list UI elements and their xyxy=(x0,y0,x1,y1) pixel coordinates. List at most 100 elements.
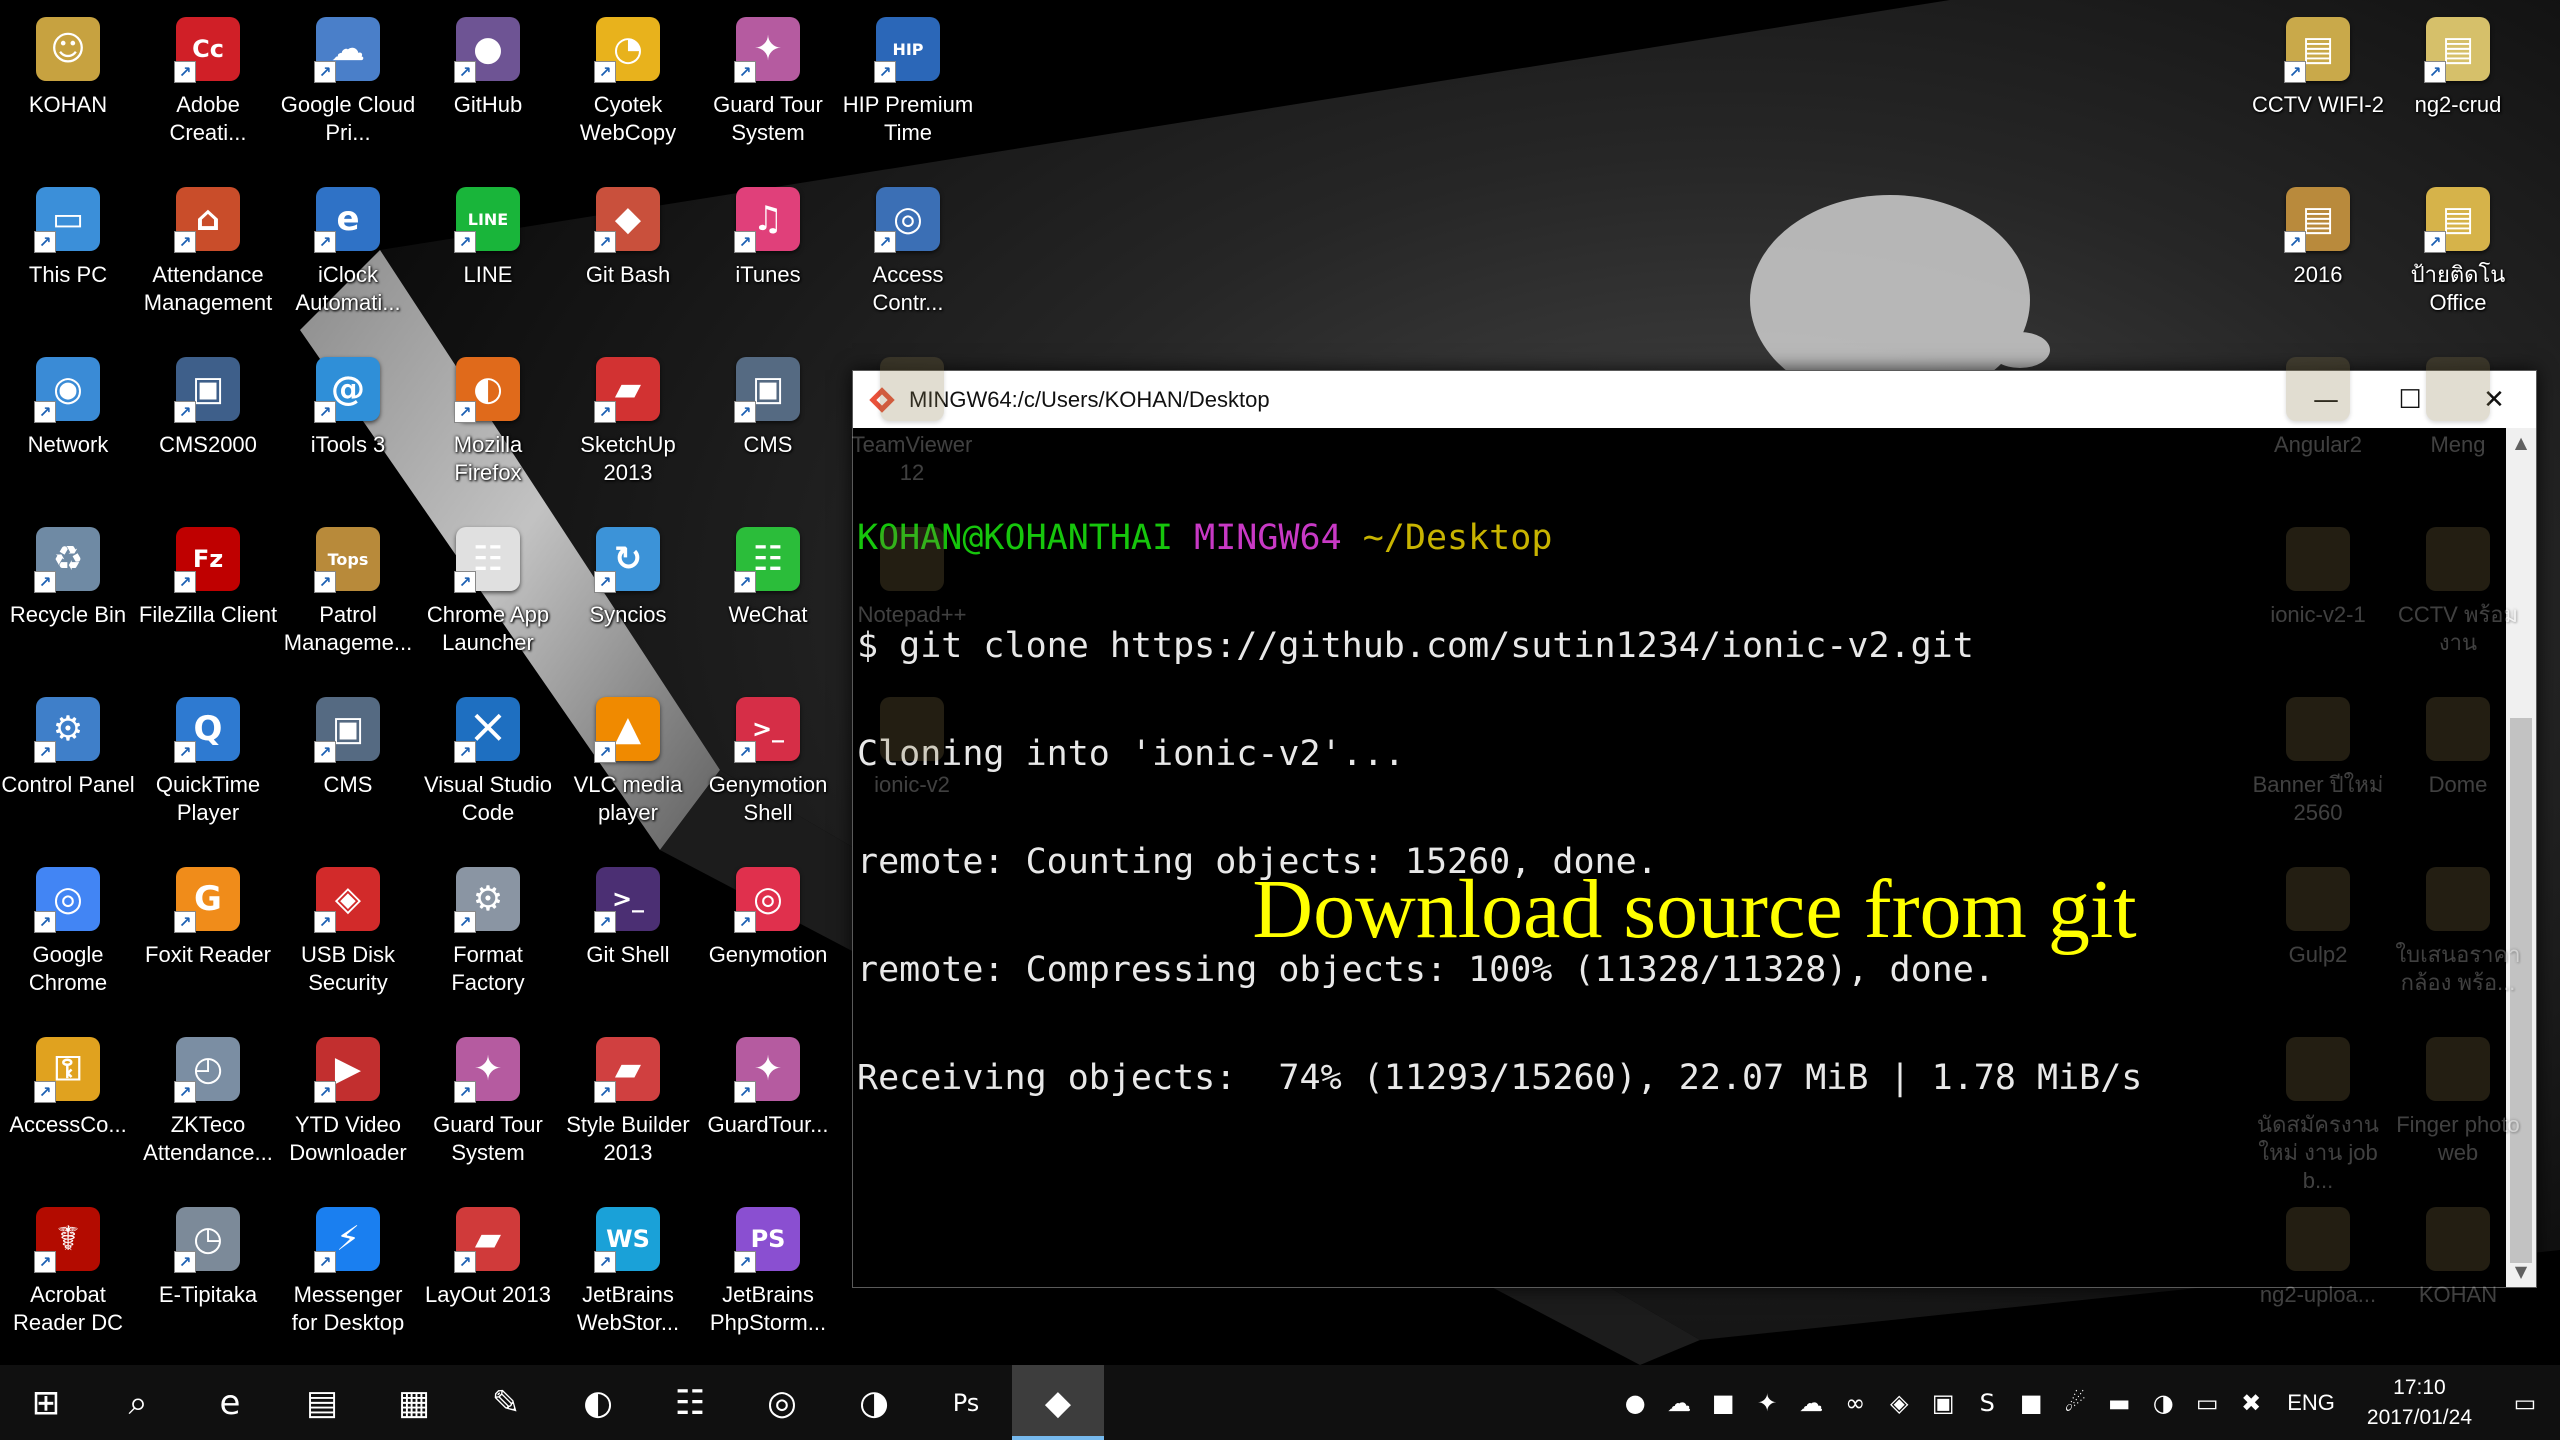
clock[interactable]: 17:10 2017/01/24 xyxy=(2349,1373,2490,1433)
desktop-shortcut[interactable]: ▰ SketchUp 2013 xyxy=(558,345,698,515)
desktop-shortcut[interactable]: @ iTools 3 xyxy=(278,345,418,515)
desktop-shortcut[interactable]: ◎ Genymotion xyxy=(698,855,838,1025)
itools-taskbar-icon[interactable]: ◐ xyxy=(552,1365,644,1440)
desktop-shortcut[interactable]: LINE LINE xyxy=(418,175,558,345)
desktop-shortcut[interactable]: Fz FileZilla Client xyxy=(138,515,278,685)
desktop-icon-label: LayOut 2013 xyxy=(425,1282,551,1307)
desktop-shortcut[interactable]: ♻ Recycle Bin xyxy=(0,515,138,685)
desktop-shortcut[interactable]: e iClock Automati... xyxy=(278,175,418,345)
desktop-icon-label: Recycle Bin xyxy=(9,602,127,627)
desktop-shortcut[interactable]: ↻ Syncios xyxy=(558,515,698,685)
start-button[interactable]: ⊞ xyxy=(0,1365,92,1440)
desktop-shortcut[interactable]: G Foxit Reader xyxy=(138,855,278,1025)
link-tray-icon[interactable]: ∞ xyxy=(1833,1365,1877,1440)
desktop-shortcut[interactable]: ⚙ Format Factory xyxy=(418,855,558,1025)
prompt-path: ~/Desktop xyxy=(1362,518,1553,558)
desktop-shortcut[interactable]: ⌂ Attendance Management xyxy=(138,175,278,345)
desktop-shortcut[interactable]: ☤ Acrobat Reader DC xyxy=(0,1195,138,1365)
desktop-shortcut[interactable]: ☷ WeChat xyxy=(698,515,838,685)
desktop-shortcut[interactable]: ⚡ Messenger for Desktop xyxy=(278,1195,418,1365)
desktop-icon-label: iTunes xyxy=(735,262,801,287)
desktop-icon-label: WeChat xyxy=(728,602,808,627)
desktop-shortcut[interactable]: ☁ Google Cloud Pri... xyxy=(278,5,418,175)
chat-tray-icon[interactable]: ▬ xyxy=(2097,1365,2141,1440)
line-tray-icon[interactable]: ■ xyxy=(1701,1365,1745,1440)
chrome-taskbar-icon[interactable]: ◎ xyxy=(736,1365,828,1440)
desktop-shortcut[interactable]: ◔ Cyotek WebCopy xyxy=(558,5,698,175)
desktop-shortcut[interactable]: HIP HIP Premium Time xyxy=(838,5,978,175)
desktop-shortcut[interactable]: ◎ Access Contr... xyxy=(838,175,978,345)
desktop-shortcut[interactable]: ▣ CMS xyxy=(278,685,418,855)
guard-tray-icon[interactable]: ✦ xyxy=(1745,1365,1789,1440)
edge-taskbar-icon[interactable]: e xyxy=(184,1365,276,1440)
desktop-icon-label: GitHub xyxy=(453,92,523,117)
git-shell-icon: >_ xyxy=(594,867,660,933)
desktop-shortcut[interactable]: ✦ Guard Tour System xyxy=(698,5,838,175)
desktop-shortcut[interactable]: ▤ ป้ายติดโน Office xyxy=(2388,175,2528,345)
paint-taskbar-icon[interactable]: ✎ xyxy=(460,1365,552,1440)
desktop-shortcut[interactable]: ▣ CMS xyxy=(698,345,838,515)
desktop-shortcut[interactable]: Tops Patrol Manageme... xyxy=(278,515,418,685)
desktop-shortcut[interactable]: ◐ Mozilla Firefox xyxy=(418,345,558,515)
desktop-shortcut[interactable]: >_ Git Shell xyxy=(558,855,698,1025)
desktop-shortcut[interactable]: ▤ 2016 xyxy=(2248,175,2388,345)
network-tray-icon[interactable]: ▭ xyxy=(2185,1365,2229,1440)
notification-center-icon[interactable]: ▭ xyxy=(2490,1365,2560,1440)
desktop-shortcut[interactable]: ▶ YTD Video Downloader xyxy=(278,1025,418,1195)
desktop-shortcut[interactable]: ◆ Git Bash xyxy=(558,175,698,345)
satellite-tray-icon[interactable]: ☄ xyxy=(2053,1365,2097,1440)
desktop-shortcut[interactable]: PS JetBrains PhpStorm... xyxy=(698,1195,838,1365)
desktop-shortcut[interactable]: ▤ CCTV WIFI-2 xyxy=(2248,5,2388,175)
system-tray: ● ☁ ■ ✦ ☁ ∞ ◈ ▣ S ■ ☄ ▬ ◑ ▭ ✖ ENG 17:10 2017/01/24 ▭ xyxy=(1613,1365,2560,1440)
desktop-shortcut[interactable]: ☺ KOHAN xyxy=(0,5,138,175)
icon-glyph: ◆ xyxy=(614,199,642,239)
desktop-shortcut[interactable]: WS JetBrains WebStor... xyxy=(558,1195,698,1365)
desktop-shortcut[interactable]: ▭ This PC xyxy=(0,175,138,345)
shield-tray-icon[interactable]: ◈ xyxy=(1877,1365,1921,1440)
desktop-shortcut[interactable]: ◎ Google Chrome xyxy=(0,855,138,1025)
desktop-shortcut[interactable]: ◴ ZKTeco Attendance... xyxy=(138,1025,278,1195)
desktop-shortcut[interactable]: ▣ CMS2000 xyxy=(138,345,278,515)
desktop-shortcut[interactable]: >_ Genymotion Shell xyxy=(698,685,838,855)
desktop-shortcut[interactable]: ◷ E-Tipitaka xyxy=(138,1195,278,1365)
desktop-shortcut[interactable]: ⚿ AccessCo... xyxy=(0,1025,138,1195)
photoshop-taskbar-icon[interactable]: Ps xyxy=(920,1365,1012,1440)
desktop-shortcut[interactable]: ▰ LayOut 2013 xyxy=(418,1195,558,1365)
desktop-shortcut[interactable]: ⨉ Visual Studio Code xyxy=(418,685,558,855)
language-indicator[interactable]: ENG xyxy=(2273,1390,2349,1416)
file-explorer-taskbar-icon[interactable]: ▤ xyxy=(276,1365,368,1440)
desktop-shortcut[interactable]: ✦ Guard Tour System xyxy=(418,1025,558,1195)
desktop-shortcut[interactable]: ▲ VLC media player xyxy=(558,685,698,855)
cloud-tray-icon[interactable]: ☁ xyxy=(1657,1365,1701,1440)
network-icon: ◉ xyxy=(34,357,100,423)
desktop-shortcut[interactable]: ▰ Style Builder 2013 xyxy=(558,1025,698,1195)
desktop-shortcut[interactable]: Q QuickTime Player xyxy=(138,685,278,855)
nvidia-tray-icon[interactable]: ■ xyxy=(2009,1365,2053,1440)
desktop-shortcut-behind-window: Angular2 xyxy=(2248,345,2388,515)
desktop-shortcut[interactable]: Cc Adobe Creati... xyxy=(138,5,278,175)
git-bash-taskbar-icon[interactable]: ◆ xyxy=(1012,1365,1104,1440)
firefox-taskbar-icon[interactable]: ◑ xyxy=(828,1365,920,1440)
desktop-shortcut[interactable]: ▤ ng2-crud xyxy=(2388,5,2528,175)
desktop-icon-label: Notepad++ xyxy=(857,602,967,627)
desktop-shortcut[interactable]: ✦ GuardTour... xyxy=(698,1025,838,1195)
desktop-shortcut[interactable]: ⚙ Control Panel xyxy=(0,685,138,855)
desktop-shortcut[interactable]: ◉ Network xyxy=(0,345,138,515)
desktop-shortcut[interactable]: ● GitHub xyxy=(418,5,558,175)
desktop-shortcut[interactable]: ♫ iTunes xyxy=(698,175,838,345)
messenger-tray-icon[interactable]: ● xyxy=(1613,1365,1657,1440)
icon-glyph: ◴ xyxy=(193,1049,223,1089)
icon-glyph: ♫ xyxy=(752,199,784,239)
desktop-shortcut[interactable]: ☷ Chrome App Launcher xyxy=(418,515,558,685)
volume-muted-tray-icon[interactable]: ✖ xyxy=(2229,1365,2273,1440)
skype-tray-icon[interactable]: S xyxy=(1965,1365,2009,1440)
sync-tray-icon[interactable]: ◑ xyxy=(2141,1365,2185,1440)
onedrive-tray-icon[interactable]: ☁ xyxy=(1789,1365,1833,1440)
store-taskbar-icon[interactable]: ▦ xyxy=(368,1365,460,1440)
app-launcher-taskbar-icon[interactable]: ☷ xyxy=(644,1365,736,1440)
app-tray-icon[interactable]: ▣ xyxy=(1921,1365,1965,1440)
desktop-shortcut[interactable]: ◈ USB Disk Security xyxy=(278,855,418,1025)
desktop-icon-label: Visual Studio Code xyxy=(423,772,552,825)
desktop-icon-label: นัดสมัครงานใหม่ งาน job b... xyxy=(2257,1112,2379,1193)
search-icon[interactable]: ⌕ xyxy=(92,1365,184,1440)
